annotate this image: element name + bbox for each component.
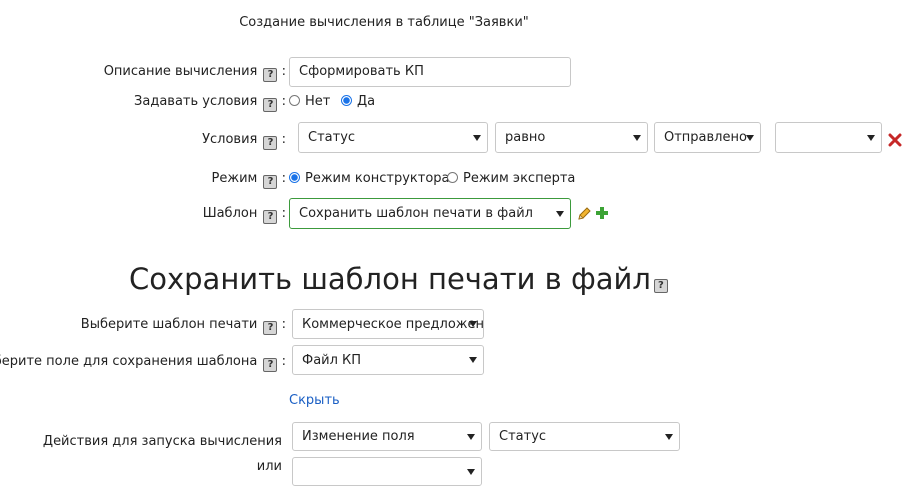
- chevron-down-icon: [746, 134, 754, 141]
- radio-option-constructor[interactable]: Режим конструктора: [289, 171, 450, 187]
- radio-option-yes[interactable]: Да: [341, 94, 375, 110]
- pencil-icon[interactable]: [576, 206, 592, 222]
- help-icon[interactable]: ?: [653, 279, 668, 293]
- description-input-value: Сформировать КП: [299, 64, 424, 79]
- radio-option-expert[interactable]: Режим эксперта: [447, 171, 575, 187]
- add-icon[interactable]: [595, 206, 609, 220]
- template-label: Шаблон ? :: [202, 206, 286, 224]
- save-field-select[interactable]: Файл КП: [292, 345, 484, 375]
- hide-link[interactable]: Скрыть: [289, 393, 340, 409]
- or-label: или: [256, 459, 282, 474]
- conditions-label: Условия ? :: [202, 132, 286, 150]
- chevron-down-icon: [467, 468, 475, 475]
- help-icon[interactable]: ?: [263, 210, 278, 224]
- chevron-down-icon: [665, 433, 673, 440]
- radio-option-no[interactable]: Нет: [289, 94, 330, 110]
- print-template-label: Выберите шаблон печати ? :: [80, 317, 286, 335]
- condition-value-select[interactable]: Отправлено: [654, 122, 761, 153]
- help-icon[interactable]: ?: [263, 358, 278, 372]
- save-field-label: Выберите поле для сохранения шаблона ? :: [0, 354, 286, 372]
- condition-extra-select[interactable]: [775, 122, 882, 153]
- chevron-down-icon: [473, 134, 481, 141]
- template-select[interactable]: Сохранить шаблон печати в файл: [289, 198, 571, 229]
- triggers-label: Действия для запуска вычисления: [42, 434, 282, 449]
- trigger-alt-action-select[interactable]: [292, 457, 482, 486]
- condition-field-select[interactable]: Статус: [298, 122, 488, 153]
- description-input[interactable]: Сформировать КП: [289, 57, 571, 87]
- chevron-down-icon: [633, 134, 641, 141]
- delete-condition-icon[interactable]: [888, 133, 902, 147]
- chevron-down-icon: [469, 321, 477, 327]
- description-label: Описание вычисления ? :: [103, 64, 286, 82]
- set-conditions-label: Задавать условия ? :: [134, 94, 286, 112]
- radio-yes[interactable]: [341, 95, 352, 106]
- chevron-down-icon: [556, 210, 564, 217]
- radio-constructor[interactable]: [289, 172, 300, 183]
- mode-label: Режим ? :: [211, 171, 286, 189]
- section-heading: Сохранить шаблон печати в файл?: [129, 262, 668, 296]
- help-icon[interactable]: ?: [263, 98, 278, 112]
- condition-operator-select[interactable]: равно: [495, 122, 648, 153]
- chevron-down-icon: [467, 433, 475, 440]
- radio-no[interactable]: [289, 95, 300, 106]
- radio-expert[interactable]: [447, 172, 458, 183]
- help-icon[interactable]: ?: [263, 136, 278, 150]
- chevron-down-icon: [469, 357, 477, 363]
- print-template-select[interactable]: Коммерческое предложение: [292, 309, 484, 339]
- help-icon[interactable]: ?: [263, 321, 278, 335]
- trigger-field-select[interactable]: Статус: [489, 422, 680, 451]
- form-title: Создание вычисления в таблице "Заявки": [239, 15, 529, 30]
- chevron-down-icon: [867, 134, 875, 141]
- help-icon[interactable]: ?: [263, 68, 278, 82]
- help-icon[interactable]: ?: [263, 175, 278, 189]
- trigger-action-select[interactable]: Изменение поля: [292, 422, 482, 451]
